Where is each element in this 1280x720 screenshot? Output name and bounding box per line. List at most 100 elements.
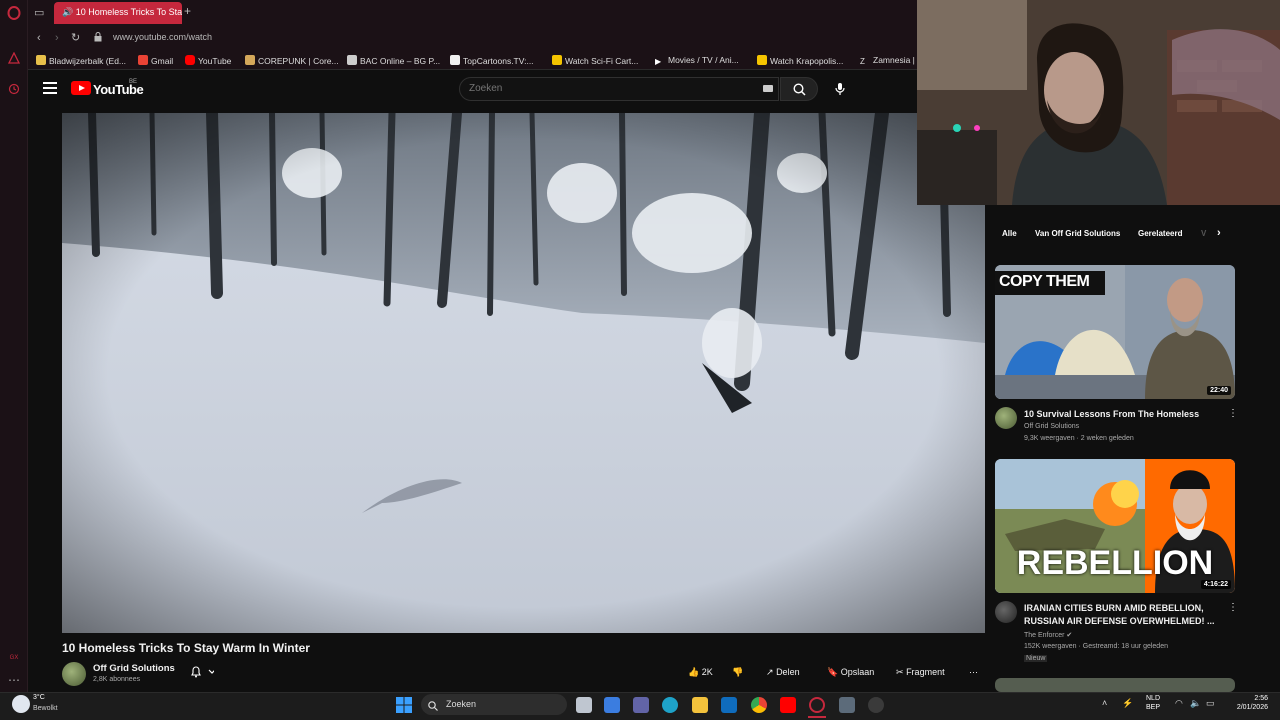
keyboard-icon[interactable] bbox=[763, 85, 773, 92]
zamnesia-icon: Z bbox=[860, 57, 865, 66]
bookmark-item[interactable]: ▶ Movies / TV / Ani... bbox=[655, 55, 739, 67]
opera-sidebar: GX ⋯ bbox=[0, 0, 28, 692]
share-button[interactable]: ↗ Delen bbox=[766, 667, 800, 678]
bookmark-item[interactable]: Watch Sci-Fi Cart... bbox=[552, 55, 638, 66]
task-view-icon[interactable] bbox=[576, 697, 592, 713]
tab-title: 10 Homeless Tricks To Stay Warm In Winte… bbox=[75, 7, 182, 17]
share-icon: ↗ bbox=[766, 667, 774, 677]
rec-thumbnail[interactable] bbox=[995, 678, 1235, 692]
teams-icon[interactable] bbox=[633, 697, 649, 713]
rec-title[interactable]: IRANIAN CITIES BURN AMID REBELLION, RUSS… bbox=[1024, 602, 1219, 628]
avatar[interactable] bbox=[995, 407, 1017, 429]
verified-icon: ✔ bbox=[1066, 632, 1073, 639]
bookmark-item[interactable]: YouTube bbox=[185, 55, 231, 66]
forward-icon[interactable]: › bbox=[55, 32, 59, 44]
tab-list-icon[interactable]: ▭ bbox=[34, 6, 44, 19]
avatar[interactable] bbox=[995, 601, 1017, 623]
more-icon[interactable]: ⋮ bbox=[1228, 602, 1238, 613]
rec-channel[interactable]: The Enforcer ✔ bbox=[1024, 631, 1072, 639]
edge-icon[interactable] bbox=[662, 697, 678, 713]
webcam-overlay bbox=[917, 0, 1280, 205]
like-button[interactable]: 👍 2K bbox=[688, 667, 713, 678]
avatar[interactable] bbox=[62, 662, 86, 686]
taskbar-search[interactable] bbox=[421, 694, 567, 715]
krapopolis-icon bbox=[757, 55, 767, 65]
sidebar-more-icon[interactable]: ⋯ bbox=[6, 672, 22, 688]
chip-all[interactable]: Alle bbox=[1002, 229, 1017, 238]
rec-meta: 152K weergaven · Gestreamd: 18 uur geled… bbox=[1024, 643, 1168, 650]
new-tab-button[interactable]: + bbox=[184, 4, 191, 18]
rec-thumbnail[interactable]: REBELLION 4:16:22 bbox=[995, 459, 1235, 593]
bookmark-item[interactable]: BAC Online – BG P... bbox=[347, 55, 440, 66]
lock-icon bbox=[94, 32, 102, 44]
rec-thumbnail[interactable]: COPY THEM 22:40 bbox=[995, 265, 1235, 399]
weather-condition[interactable]: Bewolkt bbox=[33, 705, 58, 712]
bookmark-item[interactable]: Watch Krapopolis... bbox=[757, 55, 843, 66]
wifi-icon[interactable]: ◠ bbox=[1175, 698, 1183, 709]
windows-start-icon[interactable] bbox=[396, 697, 412, 713]
reload-icon[interactable]: ↻ bbox=[71, 31, 80, 44]
chevron-down-icon bbox=[208, 669, 216, 674]
mic-icon bbox=[835, 83, 845, 95]
opera-icon[interactable] bbox=[6, 6, 22, 22]
file-explorer-icon[interactable] bbox=[692, 697, 708, 713]
youtube-logo-icon[interactable] bbox=[71, 81, 91, 95]
history-icon[interactable] bbox=[6, 83, 22, 99]
search-input[interactable] bbox=[469, 83, 749, 94]
url-field[interactable]: www.youtube.com/watch bbox=[113, 32, 212, 42]
chip-from-channel[interactable]: Van Off Grid Solutions bbox=[1035, 229, 1120, 238]
store-icon[interactable] bbox=[604, 697, 620, 713]
clock[interactable]: 2:56 2/01/2026 bbox=[1230, 694, 1268, 712]
bookmark-item[interactable]: Z Zamnesia | bbox=[860, 55, 915, 67]
save-button[interactable]: 🔖 Opslaan bbox=[827, 667, 874, 678]
chip-truncated[interactable]: V bbox=[1201, 229, 1206, 238]
more-icon[interactable]: ⋮ bbox=[1228, 408, 1238, 419]
bookmark-item[interactable]: TopCartoons.TV:... bbox=[450, 55, 534, 66]
calculator-icon[interactable] bbox=[839, 697, 855, 713]
dislike-icon: 👎 bbox=[732, 667, 744, 677]
bookmark-item[interactable]: Bladwijzerbalk (Ed... bbox=[36, 55, 126, 66]
dislike-button[interactable]: 👎 bbox=[732, 667, 743, 678]
chrome-icon[interactable] bbox=[751, 697, 767, 713]
mic-button[interactable] bbox=[827, 77, 853, 101]
rec-title[interactable]: 10 Survival Lessons From The Homeless bbox=[1024, 408, 1219, 421]
steam-icon[interactable] bbox=[868, 697, 884, 713]
clip-button[interactable]: ✂ Fragment bbox=[896, 667, 945, 678]
chip-related[interactable]: Gerelateerd bbox=[1138, 229, 1182, 238]
search-button[interactable] bbox=[780, 77, 818, 101]
more-actions-button[interactable]: ⋯ bbox=[969, 667, 978, 678]
tab-active[interactable]: 🔊 10 Homeless Tricks To Stay Warm In Win… bbox=[54, 2, 182, 24]
tray-app-icon[interactable]: ⚡ bbox=[1122, 698, 1133, 709]
back-icon[interactable]: ‹ bbox=[37, 32, 41, 44]
active-app-indicator bbox=[808, 716, 826, 718]
video-title: 10 Homeless Tricks To Stay Warm In Winte… bbox=[62, 641, 310, 655]
video-player[interactable] bbox=[62, 113, 985, 633]
new-badge: Nieuw bbox=[1024, 655, 1048, 662]
clip-icon: ✂ bbox=[896, 667, 904, 677]
language-indicator[interactable]: NLD BEP bbox=[1146, 694, 1160, 712]
play-icon: ▶ bbox=[655, 57, 662, 66]
chevron-right-icon[interactable]: › bbox=[1217, 227, 1221, 239]
tray-chevron-up-icon[interactable]: ˄ bbox=[1102, 698, 1107, 708]
rec-channel[interactable]: Off Grid Solutions bbox=[1024, 423, 1079, 430]
search-icon bbox=[428, 698, 438, 716]
thumb-text: REBELLION bbox=[1016, 544, 1214, 582]
aria-icon[interactable] bbox=[6, 51, 22, 68]
bookmark-item[interactable]: Gmail bbox=[138, 55, 173, 66]
channel-name[interactable]: Off Grid Solutions bbox=[93, 663, 175, 674]
weather-temp[interactable]: 3°C bbox=[33, 694, 45, 701]
battery-icon[interactable]: ▭ bbox=[1206, 698, 1215, 709]
gx-icon[interactable]: GX bbox=[6, 650, 22, 666]
duration-badge: 4:16:22 bbox=[1200, 580, 1231, 589]
notification-bell-button[interactable] bbox=[190, 666, 216, 681]
taskbar-search-label: Zoeken bbox=[446, 699, 477, 709]
volume-icon[interactable]: 🔈 bbox=[1190, 698, 1201, 709]
outlook-icon[interactable] bbox=[721, 697, 737, 713]
scifi-icon bbox=[552, 55, 562, 65]
subscriber-count: 2,8K abonnees bbox=[93, 676, 141, 683]
opera-gx-icon[interactable] bbox=[809, 697, 825, 713]
weather-icon[interactable] bbox=[12, 695, 30, 713]
bookmark-item[interactable]: COREPUNK | Core... bbox=[245, 55, 339, 66]
menu-icon[interactable] bbox=[43, 82, 57, 94]
youtube-app-icon[interactable] bbox=[780, 697, 796, 713]
